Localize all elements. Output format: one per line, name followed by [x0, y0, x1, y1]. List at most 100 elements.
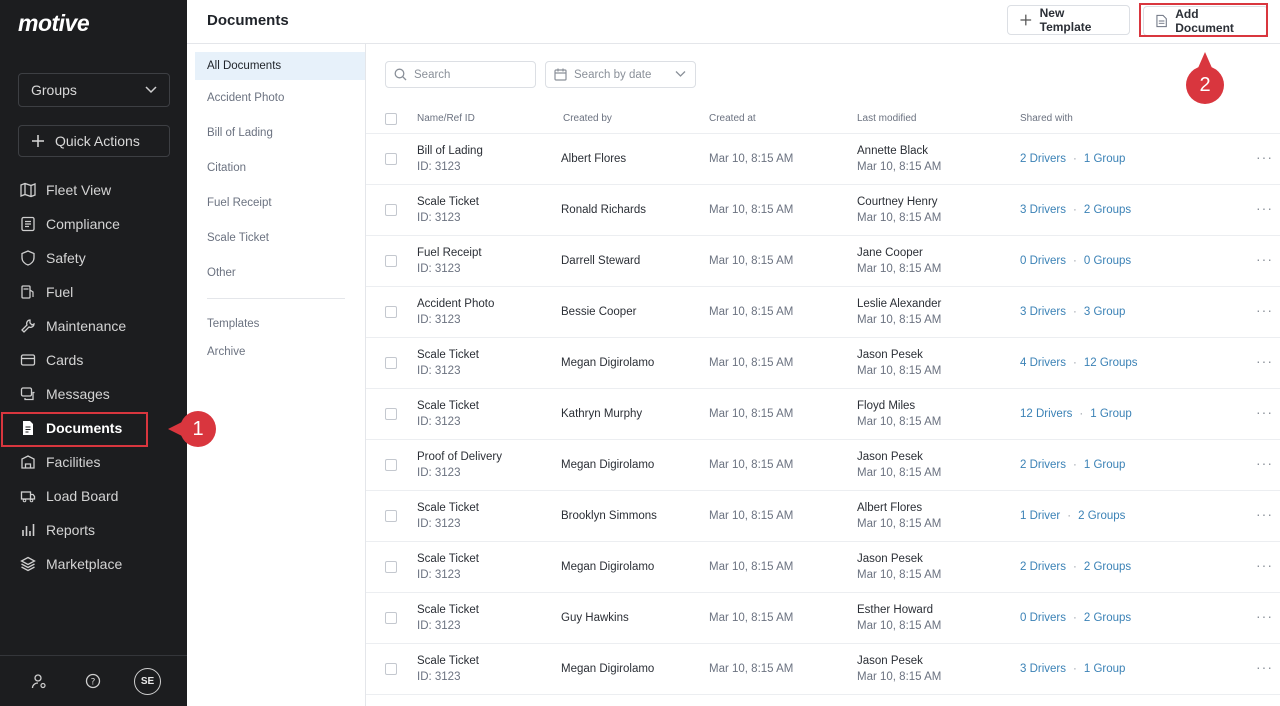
- shared-drivers-link[interactable]: 2 Drivers: [1020, 459, 1066, 471]
- shared-drivers-link[interactable]: 3 Drivers: [1020, 306, 1066, 318]
- subnav-all-documents[interactable]: All Documents: [195, 52, 365, 80]
- shared-drivers-link[interactable]: 3 Drivers: [1020, 663, 1066, 675]
- nav-item-load-board[interactable]: Load Board: [0, 479, 187, 513]
- quick-actions-button[interactable]: Quick Actions: [18, 125, 170, 157]
- row-checkbox[interactable]: [385, 459, 397, 471]
- subnav-other[interactable]: Other: [195, 259, 365, 287]
- document-name[interactable]: Scale Ticket: [417, 604, 479, 616]
- subnav-scale-ticket[interactable]: Scale Ticket: [195, 224, 365, 252]
- nav-item-compliance[interactable]: Compliance: [0, 207, 187, 241]
- col-header-created-at[interactable]: Created at: [709, 113, 756, 124]
- new-template-button[interactable]: New Template: [1007, 5, 1130, 35]
- row-more-menu-icon[interactable]: ···: [1256, 200, 1273, 216]
- table-row[interactable]: Scale Ticket ID: 3123 Brooklyn Simmons Mar …: [366, 491, 1280, 542]
- nav-item-cards[interactable]: Cards: [0, 343, 187, 377]
- row-more-menu-icon[interactable]: ···: [1256, 353, 1273, 369]
- row-checkbox[interactable]: [385, 255, 397, 267]
- row-checkbox[interactable]: [385, 612, 397, 624]
- shared-groups-link[interactable]: 1 Group: [1084, 663, 1126, 675]
- row-checkbox[interactable]: [385, 561, 397, 573]
- shared-drivers-link[interactable]: 0 Drivers: [1020, 255, 1066, 267]
- subnav-fuel-receipt[interactable]: Fuel Receipt: [195, 189, 365, 217]
- table-row[interactable]: Scale Ticket ID: 3123 Kathryn Murphy Mar 10…: [366, 389, 1280, 440]
- shared-drivers-link[interactable]: 0 Drivers: [1020, 612, 1066, 624]
- search-input[interactable]: Search: [385, 61, 536, 88]
- document-name[interactable]: Scale Ticket: [417, 655, 479, 667]
- document-name[interactable]: Fuel Receipt: [417, 247, 482, 259]
- shared-groups-link[interactable]: 12 Groups: [1084, 357, 1138, 369]
- shared-groups-link[interactable]: 3 Group: [1084, 306, 1126, 318]
- nav-item-fuel[interactable]: Fuel: [0, 275, 187, 309]
- row-more-menu-icon[interactable]: ···: [1256, 455, 1273, 471]
- shared-groups-link[interactable]: 2 Groups: [1084, 561, 1131, 573]
- row-more-menu-icon[interactable]: ···: [1256, 302, 1273, 318]
- table-row[interactable]: Scale Ticket ID: 3123 Guy Hawkins Mar 10, 8…: [366, 593, 1280, 644]
- nav-item-messages[interactable]: Messages: [0, 377, 187, 411]
- shared-groups-link[interactable]: 1 Group: [1084, 153, 1126, 165]
- table-row[interactable]: Bill of Lading ID: 3123 Albert Flores Mar 1…: [366, 134, 1280, 185]
- subnav-bill-of-lading[interactable]: Bill of Lading: [195, 119, 365, 147]
- subnav-accident-photo[interactable]: Accident Photo: [195, 84, 365, 112]
- groups-dropdown[interactable]: Groups: [18, 73, 170, 107]
- row-more-menu-icon[interactable]: ···: [1256, 557, 1273, 573]
- shared-drivers-link[interactable]: 1 Driver: [1020, 510, 1060, 522]
- table-row[interactable]: Fuel Receipt ID: 3123 Darrell Steward Mar 1…: [366, 236, 1280, 287]
- row-more-menu-icon[interactable]: ···: [1256, 608, 1273, 624]
- row-more-menu-icon[interactable]: ···: [1256, 506, 1273, 522]
- avatar[interactable]: SE: [134, 667, 161, 695]
- row-more-menu-icon[interactable]: ···: [1256, 659, 1273, 675]
- table-row[interactable]: Proof of Delivery ID: 3123 Megan Digirolam…: [366, 440, 1280, 491]
- table-row[interactable]: Accident Photo ID: 3123 Bessie Cooper Mar 1…: [366, 287, 1280, 338]
- shared-groups-link[interactable]: 0 Groups: [1084, 255, 1131, 267]
- shared-drivers-link[interactable]: 2 Drivers: [1020, 153, 1066, 165]
- shared-drivers-link[interactable]: 4 Drivers: [1020, 357, 1066, 369]
- table-row[interactable]: Scale Ticket ID: 3123 Ronald Richards Mar 1…: [366, 185, 1280, 236]
- document-name[interactable]: Scale Ticket: [417, 196, 479, 208]
- document-name[interactable]: Proof of Delivery: [417, 451, 502, 463]
- row-more-menu-icon[interactable]: ···: [1256, 149, 1273, 165]
- document-name[interactable]: Accident Photo: [417, 298, 494, 310]
- table-row[interactable]: Scale Ticket ID: 3123 Megan Digirolamo Mar …: [366, 542, 1280, 593]
- help-icon[interactable]: ?: [80, 668, 106, 694]
- row-more-menu-icon[interactable]: ···: [1256, 251, 1273, 267]
- col-header-last-modified[interactable]: Last modified: [857, 113, 916, 124]
- nav-item-fleet-view[interactable]: Fleet View: [0, 173, 187, 207]
- nav-item-reports[interactable]: Reports: [0, 513, 187, 547]
- table-row[interactable]: Scale Ticket ID: 3123 Megan Digirolamo Mar …: [366, 338, 1280, 389]
- shared-groups-link[interactable]: 2 Groups: [1078, 510, 1125, 522]
- document-name[interactable]: Scale Ticket: [417, 400, 479, 412]
- shared-groups-link[interactable]: 1 Group: [1090, 408, 1132, 420]
- row-checkbox[interactable]: [385, 408, 397, 420]
- table-row[interactable]: Scale Ticket ID: 3123 Megan Digirolamo Mar …: [366, 644, 1280, 695]
- user-settings-icon[interactable]: [26, 668, 52, 694]
- subnav-citation[interactable]: Citation: [195, 154, 365, 182]
- shared-drivers-link[interactable]: 12 Drivers: [1020, 408, 1072, 420]
- document-name[interactable]: Scale Ticket: [417, 349, 479, 361]
- row-more-menu-icon[interactable]: ···: [1256, 404, 1273, 420]
- nav-item-marketplace[interactable]: Marketplace: [0, 547, 187, 581]
- shared-drivers-link[interactable]: 3 Drivers: [1020, 204, 1066, 216]
- col-header-name[interactable]: Name/Ref ID: [417, 113, 475, 124]
- nav-item-safety[interactable]: Safety: [0, 241, 187, 275]
- row-checkbox[interactable]: [385, 357, 397, 369]
- motive-logo[interactable]: motive: [18, 10, 90, 37]
- shared-groups-link[interactable]: 2 Groups: [1084, 612, 1131, 624]
- row-checkbox[interactable]: [385, 306, 397, 318]
- col-header-created-by[interactable]: Created by: [563, 113, 612, 124]
- document-name[interactable]: Bill of Lading: [417, 145, 483, 157]
- subnav-templates[interactable]: Templates: [195, 310, 365, 338]
- row-checkbox[interactable]: [385, 663, 397, 675]
- select-all-checkbox[interactable]: [385, 113, 397, 125]
- nav-item-maintenance[interactable]: Maintenance: [0, 309, 187, 343]
- shared-drivers-link[interactable]: 2 Drivers: [1020, 561, 1066, 573]
- row-checkbox[interactable]: [385, 153, 397, 165]
- row-checkbox[interactable]: [385, 510, 397, 522]
- col-header-shared-with[interactable]: Shared with: [1020, 113, 1073, 124]
- date-filter[interactable]: Search by date: [545, 61, 696, 88]
- row-checkbox[interactable]: [385, 204, 397, 216]
- subnav-archive[interactable]: Archive: [195, 338, 365, 366]
- shared-groups-link[interactable]: 1 Group: [1084, 459, 1126, 471]
- document-name[interactable]: Scale Ticket: [417, 502, 479, 514]
- document-name[interactable]: Scale Ticket: [417, 553, 479, 565]
- shared-groups-link[interactable]: 2 Groups: [1084, 204, 1131, 216]
